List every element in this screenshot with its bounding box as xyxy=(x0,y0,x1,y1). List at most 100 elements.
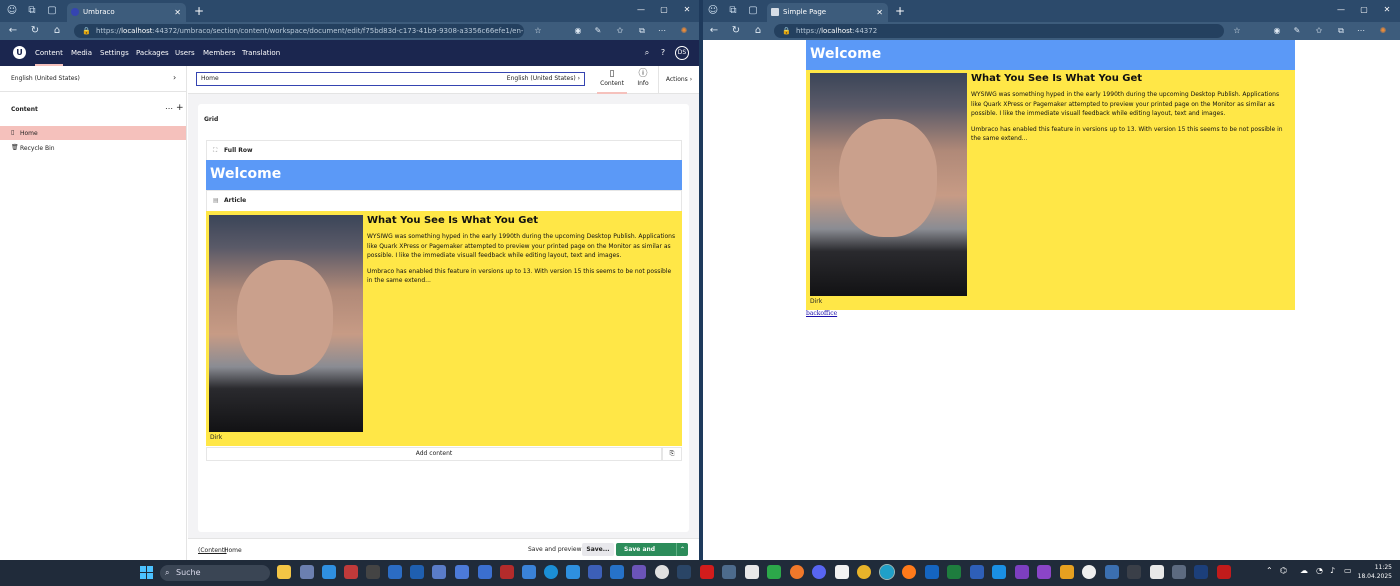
nav-packages[interactable]: Packages xyxy=(136,40,169,66)
filezilla-icon[interactable] xyxy=(500,565,514,579)
word-icon[interactable] xyxy=(970,565,984,579)
skype-icon[interactable] xyxy=(544,565,558,579)
back-icon[interactable]: ← xyxy=(6,24,20,38)
extension-icon[interactable]: ◉ xyxy=(572,24,584,38)
nav-users[interactable]: Users xyxy=(175,40,195,66)
nav-members[interactable]: Members xyxy=(203,40,235,66)
favorites-icon[interactable]: ✩ xyxy=(1313,24,1325,38)
app-icon[interactable] xyxy=(1060,565,1074,579)
nav-settings[interactable]: Settings xyxy=(100,40,129,66)
nav-media[interactable]: Media xyxy=(71,40,92,66)
tab-actions-icon[interactable]: ▢ xyxy=(45,4,59,18)
culture-selector[interactable]: English (United States) › xyxy=(0,66,186,92)
app-icon[interactable] xyxy=(478,565,492,579)
pen-icon[interactable]: ✎ xyxy=(592,24,604,38)
tab-info[interactable]: ⓘ Info xyxy=(628,66,658,94)
add-content-button[interactable]: Add content xyxy=(206,447,662,461)
workspaces-icon[interactable]: ⧉ xyxy=(25,4,39,18)
visual-studio-icon[interactable] xyxy=(1037,565,1051,579)
chevron-up-icon[interactable]: ⌃ xyxy=(1266,566,1273,575)
pen-icon[interactable]: ✎ xyxy=(1291,24,1303,38)
profile-icon[interactable]: ☺ xyxy=(5,4,19,18)
back-icon[interactable]: ← xyxy=(707,24,721,38)
wifi-icon[interactable]: ◔ xyxy=(1316,566,1323,575)
minimize-icon[interactable]: — xyxy=(1330,0,1352,20)
maximize-icon[interactable]: ▢ xyxy=(1353,0,1375,20)
copilot-icon[interactable]: ✺ xyxy=(678,24,690,38)
itunes-icon[interactable] xyxy=(655,565,669,579)
battery-icon[interactable]: ▭ xyxy=(1344,566,1352,575)
steam-icon[interactable] xyxy=(677,565,691,579)
powershell-icon[interactable] xyxy=(388,565,402,579)
tab-actions-icon[interactable]: ▢ xyxy=(746,4,760,18)
app-icon[interactable] xyxy=(767,565,781,579)
home-icon[interactable]: ⌂ xyxy=(751,24,765,38)
url-field[interactable]: 🔒 https://localhost:44372/umbraco/section… xyxy=(74,24,524,38)
app-icon[interactable] xyxy=(610,565,624,579)
app-icon[interactable] xyxy=(522,565,536,579)
umbraco-logo[interactable]: U xyxy=(13,46,26,59)
article-block[interactable]: Dirk What You See Is What You Get WYSIWG… xyxy=(206,211,682,446)
copilot-icon[interactable]: ✺ xyxy=(1377,24,1389,38)
outlook-icon[interactable] xyxy=(925,565,939,579)
document-culture[interactable]: English (United States) › xyxy=(507,73,580,85)
home-icon[interactable]: ⌂ xyxy=(50,24,64,38)
new-tab-icon[interactable]: + xyxy=(893,3,907,19)
tree-item-home[interactable]: ▯ Home xyxy=(0,126,186,140)
collections-icon[interactable]: ⧉ xyxy=(636,24,648,38)
save-preview-button[interactable]: Save and preview xyxy=(528,546,581,553)
edge-icon[interactable] xyxy=(879,564,895,580)
nav-content[interactable]: Content xyxy=(35,40,63,66)
app-icon[interactable] xyxy=(566,565,580,579)
netflix-icon[interactable] xyxy=(700,565,714,579)
app-icon[interactable] xyxy=(722,565,736,579)
close-tab-icon[interactable]: ✕ xyxy=(174,3,181,22)
app-icon[interactable] xyxy=(1082,565,1096,579)
star-icon[interactable]: ☆ xyxy=(532,24,544,38)
chrome-icon[interactable] xyxy=(857,565,871,579)
url-field[interactable]: 🔒 https://localhost:44372 xyxy=(774,24,1224,38)
chevron-up-icon[interactable]: ⌃ xyxy=(675,543,685,556)
full-row-block-header[interactable]: ⛶ Full Row xyxy=(206,140,682,160)
app-icon[interactable] xyxy=(790,565,804,579)
app-icon[interactable] xyxy=(1150,565,1164,579)
avatar[interactable]: DS xyxy=(675,46,689,60)
profile-icon[interactable]: ☺ xyxy=(706,4,720,18)
more-icon[interactable]: ⋯ xyxy=(165,104,173,113)
tree-item-recycle-bin[interactable]: 🗑 Recycle Bin xyxy=(0,141,186,155)
add-icon[interactable]: + xyxy=(176,103,184,113)
firefox-icon[interactable] xyxy=(902,565,916,579)
app-icon[interactable] xyxy=(344,565,358,579)
favorites-icon[interactable]: ✩ xyxy=(614,24,626,38)
acrobat-icon[interactable] xyxy=(1217,565,1231,579)
new-tab-icon[interactable]: + xyxy=(192,3,206,19)
clock[interactable]: 11:25 18.04.2025 xyxy=(1358,563,1392,581)
app-icon[interactable] xyxy=(1172,565,1186,579)
volume-icon[interactable]: ♪ xyxy=(1330,566,1335,575)
cloud-icon[interactable]: ☁ xyxy=(1300,566,1308,575)
help-icon[interactable]: ? xyxy=(656,46,670,60)
close-window-icon[interactable]: ✕ xyxy=(676,0,698,20)
document-name-input[interactable]: Home English (United States) › xyxy=(196,72,585,86)
article-block-header[interactable]: ▤ Article xyxy=(206,190,682,211)
collections-icon[interactable]: ⧉ xyxy=(1335,24,1347,38)
extension-icon[interactable]: ◉ xyxy=(1271,24,1283,38)
save-publish-button[interactable]: Save and publish... ⌃ xyxy=(616,543,688,560)
powershell-icon[interactable] xyxy=(410,565,424,579)
refresh-icon[interactable]: ↻ xyxy=(28,24,42,38)
app-icon[interactable] xyxy=(745,565,759,579)
actions-button[interactable]: Actions › xyxy=(658,66,699,94)
clipboard-icon[interactable]: ⎘ xyxy=(662,447,682,461)
close-tab-icon[interactable]: ✕ xyxy=(876,3,883,22)
excel-icon[interactable] xyxy=(947,565,961,579)
file-explorer-icon[interactable] xyxy=(277,565,291,579)
close-window-icon[interactable]: ✕ xyxy=(1376,0,1398,20)
maximize-icon[interactable]: ▢ xyxy=(653,0,675,20)
app-icon[interactable] xyxy=(1105,565,1119,579)
network-icon[interactable]: ⌬ xyxy=(1280,566,1287,575)
refresh-icon[interactable]: ↻ xyxy=(729,24,743,38)
backoffice-link[interactable]: backoffice xyxy=(806,310,837,317)
welcome-block[interactable]: Welcome xyxy=(206,160,682,190)
photoshop-icon[interactable] xyxy=(1194,565,1208,579)
app-icon[interactable] xyxy=(588,565,602,579)
